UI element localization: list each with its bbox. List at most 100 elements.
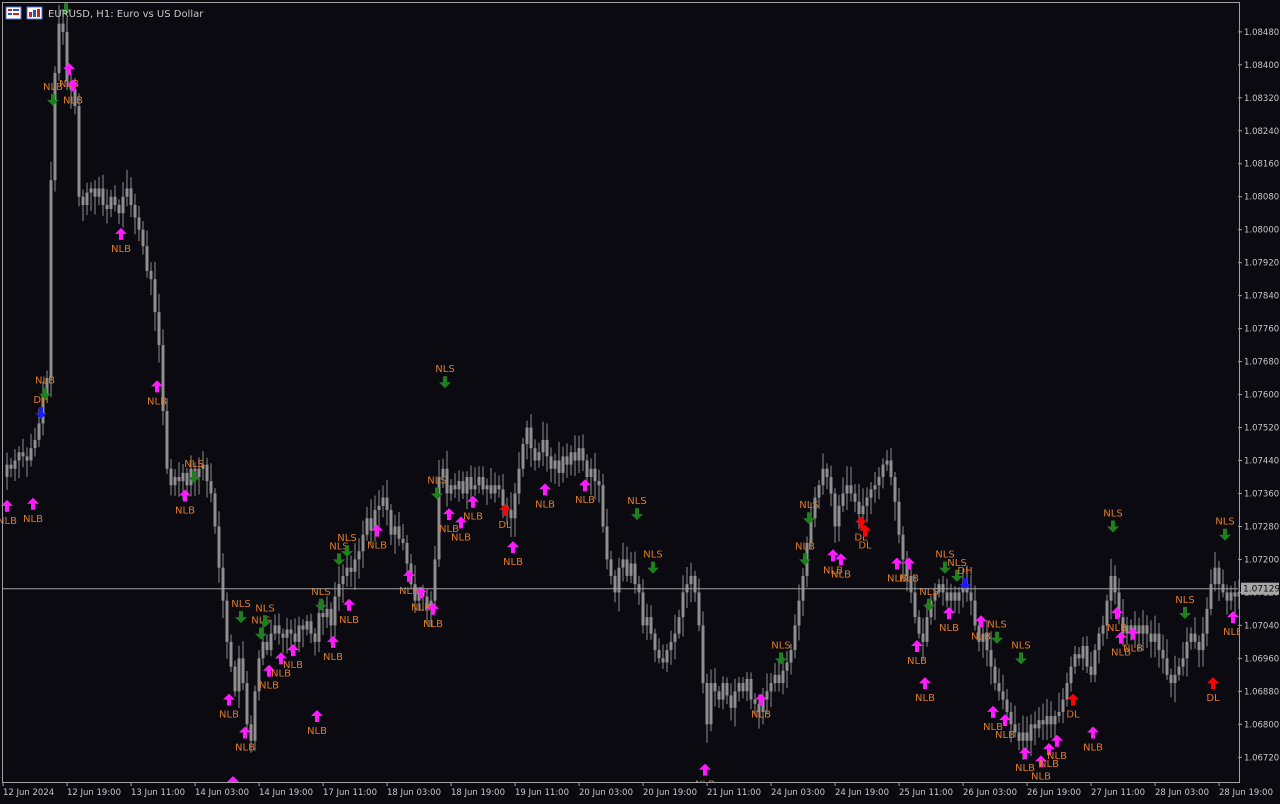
candle-body: [313, 633, 317, 642]
candle-body: [1061, 699, 1065, 712]
candle-body: [565, 456, 569, 465]
candle-body: [925, 617, 929, 642]
time-tick-label: 28 Jun 19:00: [1219, 788, 1273, 798]
candle-body: [469, 476, 473, 490]
candle-body: [321, 613, 325, 618]
candle-body: [97, 188, 101, 197]
signal-label: NLB: [907, 656, 927, 667]
candle-body: [541, 439, 545, 453]
candle-body: [957, 592, 961, 601]
current-price-label: 1.07129: [1243, 585, 1280, 595]
candle-body: [785, 662, 789, 671]
candle-body: [569, 452, 573, 465]
candle-body: [1173, 674, 1177, 684]
candle-body: [133, 204, 137, 218]
price-tick-label: 1.07760: [1244, 325, 1279, 335]
candle-body: [377, 505, 381, 510]
candle-body: [477, 476, 481, 486]
candle-body: [581, 448, 585, 461]
time-tick-label: 25 Jun 11:00: [899, 788, 953, 798]
candle-body: [989, 650, 993, 667]
candle-body: [345, 567, 349, 576]
candle-body: [1233, 592, 1237, 597]
candle-body: [265, 641, 269, 651]
chart-header: EURUSD, H1: Euro vs US Dollar: [5, 6, 204, 20]
candle-body: [57, 23, 61, 74]
candle-body: [13, 460, 17, 469]
signal-label: NLS: [184, 459, 203, 470]
candle-body: [993, 666, 997, 684]
signal-label: NLS: [231, 599, 250, 610]
signal-label: NLB: [307, 726, 327, 737]
candle-body: [217, 526, 221, 568]
price-chart[interactable]: NLBNLBDHNLBNLBNLBNLBNLBNLBNLBNLBNLSNLBNL…: [0, 0, 1280, 803]
candle-body: [365, 518, 369, 535]
price-tick-label: 1.07840: [1244, 292, 1279, 302]
candle-body: [305, 621, 309, 630]
signal-label: NLS: [1103, 508, 1122, 519]
candle-body: [817, 485, 821, 498]
candle-body: [489, 485, 493, 494]
candle-body: [9, 464, 13, 469]
candle-body: [1081, 645, 1085, 659]
candle-body: [1157, 633, 1161, 651]
candle-body: [853, 493, 857, 502]
candle-body: [701, 625, 705, 684]
candle-body: [1001, 691, 1005, 700]
candle-body: [5, 464, 9, 477]
candle-body: [753, 699, 757, 704]
signal-label: NLB: [63, 95, 83, 106]
candle-body: [849, 485, 853, 494]
signal-label: NLB: [1031, 771, 1051, 782]
price-tick-label: 1.08400: [1244, 61, 1279, 71]
signal-label: NLS: [1215, 517, 1234, 528]
chart-grid-icon[interactable]: [5, 6, 22, 20]
candle-body: [77, 106, 81, 197]
trading-toolbar-icon[interactable]: [26, 6, 43, 20]
candle-body: [1049, 716, 1053, 725]
candle-body: [793, 625, 797, 651]
candle-body: [381, 497, 385, 506]
candle-body: [1229, 592, 1233, 601]
candle-body: [177, 476, 181, 482]
price-tick-label: 1.08000: [1244, 226, 1279, 236]
candle-body: [921, 633, 925, 642]
candle-body: [881, 464, 885, 477]
candle-body: [137, 217, 141, 230]
candle-body: [113, 196, 117, 205]
candle-body: [165, 411, 169, 469]
candle-body: [693, 575, 697, 593]
candle-body: [149, 270, 153, 280]
candle-body: [261, 641, 265, 659]
candle-body: [509, 509, 513, 519]
candle-body: [1177, 666, 1181, 675]
time-tick-label: 21 Jun 11:00: [707, 788, 761, 798]
candle-body: [1069, 666, 1073, 684]
chart-window[interactable]: NLBNLBDHNLBNLBNLBNLBNLBNLBNLBNLBNLSNLBNL…: [0, 0, 1280, 803]
time-tick-label: 17 Jun 11:00: [323, 788, 377, 798]
signal-label: DL: [858, 541, 872, 552]
signal-label: NLB: [1047, 751, 1067, 762]
signal-label: NLB: [503, 557, 523, 568]
candle-body: [573, 452, 577, 461]
candle-body: [297, 625, 301, 642]
signal-label: NLS: [337, 533, 356, 544]
price-tick-label: 1.06720: [1244, 753, 1279, 763]
candle-body: [553, 460, 557, 469]
candle-body: [1097, 633, 1101, 651]
candle-body: [653, 633, 657, 651]
time-tick-label: 14 Jun 03:00: [195, 788, 249, 798]
candle-body: [677, 617, 681, 634]
candle-body: [669, 641, 673, 651]
candle-body: [1005, 699, 1009, 712]
signal-label: NLB: [259, 681, 279, 692]
time-tick-label: 12 Jun 2024: [3, 788, 54, 798]
candle-body: [1141, 625, 1145, 634]
candle-body: [1101, 625, 1105, 634]
candle-body: [605, 526, 609, 560]
signal-label: NLS: [1011, 640, 1030, 651]
candle-body: [317, 613, 321, 642]
candle-body: [913, 592, 917, 618]
candle-body: [405, 542, 409, 564]
candle-body: [857, 501, 861, 515]
